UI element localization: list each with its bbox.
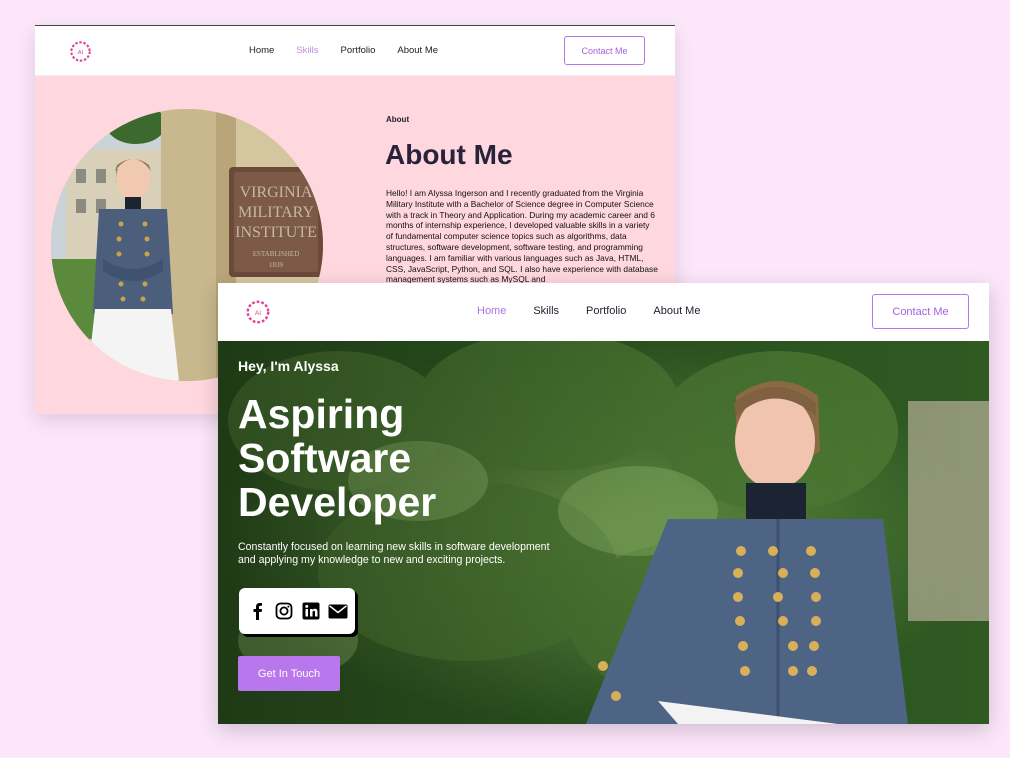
logo-text: AI xyxy=(78,50,84,56)
about-page-navbar: AI Home Skills Portfolio About Me Contac… xyxy=(35,25,675,76)
nav-link-home[interactable]: Home xyxy=(477,305,506,317)
mail-icon[interactable] xyxy=(327,600,349,622)
about-kicker: About xyxy=(386,115,410,124)
nav-link-home[interactable]: Home xyxy=(249,45,274,56)
svg-text:1839: 1839 xyxy=(269,261,284,269)
hero-section: Hey, I'm Alyssa Aspiring Software Develo… xyxy=(218,341,989,724)
instagram-icon[interactable] xyxy=(273,600,295,622)
nav-link-portfolio[interactable]: Portfolio xyxy=(341,45,376,56)
linkedin-icon[interactable] xyxy=(300,600,322,622)
social-links-card xyxy=(239,588,355,634)
contact-button[interactable]: Contact Me xyxy=(564,36,645,65)
hero-greeting: Hey, I'm Alyssa xyxy=(238,358,339,374)
logo-icon[interactable]: AI xyxy=(68,39,93,64)
hero-subtitle: Constantly focused on learning new skill… xyxy=(238,541,550,566)
logo-icon[interactable]: AI xyxy=(244,298,272,326)
nav-links: Home Skills Portfolio About Me xyxy=(249,45,438,56)
about-title: About Me xyxy=(385,139,513,170)
hero-title-line: Aspiring xyxy=(238,391,405,437)
hero-title-line: Software xyxy=(238,435,412,481)
contact-button[interactable]: Contact Me xyxy=(872,294,969,329)
facebook-icon[interactable] xyxy=(246,600,268,622)
hero-title-line: Developer xyxy=(238,479,437,525)
home-page-navbar: AI Home Skills Portfolio About Me Contac… xyxy=(218,283,989,341)
hero-title: Aspiring Software Developer xyxy=(238,392,436,524)
get-in-touch-button[interactable]: Get In Touch xyxy=(238,656,340,691)
home-page-window: AI Home Skills Portfolio About Me Contac… xyxy=(218,283,989,724)
svg-text:VIRGINIA: VIRGINIA xyxy=(240,184,313,201)
nav-link-skills[interactable]: Skills xyxy=(296,45,318,56)
svg-text:MILITARY: MILITARY xyxy=(238,204,314,221)
logo-text: AI xyxy=(255,310,261,317)
nav-link-skills[interactable]: Skills xyxy=(533,305,559,317)
nav-links: Home Skills Portfolio About Me xyxy=(477,305,700,317)
nav-link-about[interactable]: About Me xyxy=(653,305,700,317)
svg-text:INSTITUTE: INSTITUTE xyxy=(235,224,317,241)
nav-link-portfolio[interactable]: Portfolio xyxy=(586,305,626,317)
about-body-text: Hello! I am Alyssa Ingerson and I recent… xyxy=(386,188,658,285)
nav-link-about[interactable]: About Me xyxy=(397,45,438,56)
svg-text:ESTABLISHED: ESTABLISHED xyxy=(253,250,300,258)
